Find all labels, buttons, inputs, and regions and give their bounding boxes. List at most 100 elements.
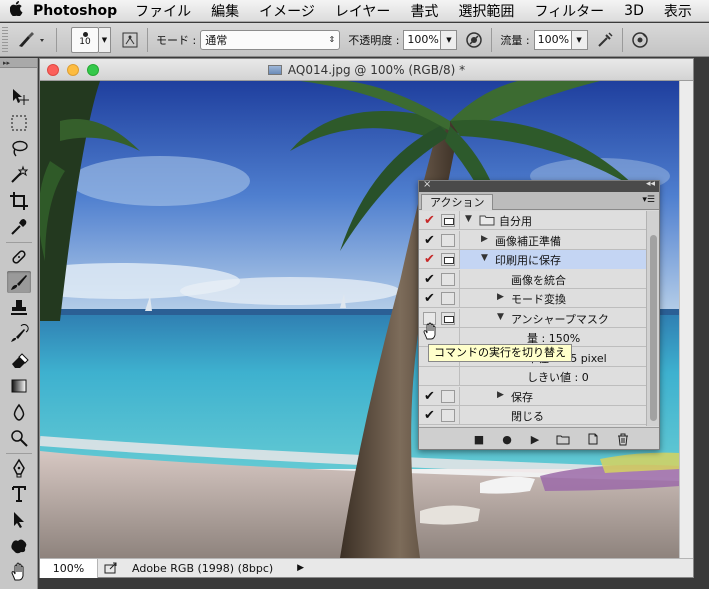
- toggle-item-checkbox[interactable]: ✔: [421, 250, 438, 269]
- toggle-dialog-checkbox[interactable]: [441, 292, 455, 305]
- toggle-dialog-checkbox[interactable]: [441, 389, 455, 403]
- action-row[interactable]: ▼ アンシャープマスク: [419, 308, 647, 328]
- zoom-field[interactable]: 100%: [40, 558, 98, 578]
- opacity-field[interactable]: 100%: [403, 29, 442, 50]
- action-row[interactable]: しきい値 : 0: [419, 367, 647, 386]
- history-brush-tool-icon[interactable]: [7, 323, 31, 345]
- pressure-size-icon[interactable]: [629, 29, 651, 51]
- pressure-opacity-icon[interactable]: [463, 29, 485, 51]
- action-row[interactable]: ✔ ▶ 保存: [419, 386, 647, 406]
- airbrush-icon[interactable]: [594, 29, 616, 51]
- toggle-dialog-checkbox[interactable]: [441, 272, 455, 286]
- stamp-tool-icon[interactable]: [7, 297, 31, 319]
- menu-image[interactable]: イメージ: [259, 1, 315, 21]
- vertical-scrollbar[interactable]: [679, 81, 693, 558]
- brush-preset-picker[interactable]: 10: [71, 26, 99, 53]
- action-row-label: 画像補正準備: [495, 234, 561, 248]
- tab-actions[interactable]: アクション: [421, 194, 494, 210]
- gradient-tool-icon[interactable]: [7, 375, 31, 397]
- shape-tool-icon[interactable]: [7, 535, 31, 557]
- path-select-tool-icon[interactable]: [7, 509, 31, 531]
- hand-tool-icon[interactable]: [7, 561, 31, 583]
- healing-brush-tool-icon[interactable]: [7, 246, 31, 268]
- menu-layer[interactable]: レイヤー: [335, 1, 391, 21]
- apple-icon[interactable]: [9, 1, 23, 20]
- toggle-item-checkbox[interactable]: ✔: [421, 406, 438, 425]
- menu-select[interactable]: 選択範囲: [458, 1, 514, 21]
- zoom-window-button[interactable]: [87, 64, 99, 76]
- disclosure-open-icon[interactable]: ▼: [497, 312, 504, 322]
- crop-tool-icon[interactable]: [7, 190, 31, 212]
- menu-filter[interactable]: フィルター: [534, 1, 604, 21]
- app-menu[interactable]: Photoshop: [33, 3, 117, 19]
- new-set-folder-icon[interactable]: [555, 432, 571, 446]
- toggle-dialog-checkbox[interactable]: [441, 253, 455, 266]
- document-title: AQ014.jpg @ 100% (RGB/8) *: [287, 62, 466, 77]
- eyedropper-tool-icon[interactable]: [7, 216, 31, 238]
- toggle-dialog-checkbox[interactable]: [441, 409, 455, 422]
- toggle-item-checkbox[interactable]: ✔: [421, 270, 438, 289]
- brush-panel-toggle-icon[interactable]: [119, 29, 141, 51]
- type-tool-icon[interactable]: [7, 483, 31, 505]
- options-bar-grip[interactable]: [2, 26, 8, 53]
- quick-select-tool-icon[interactable]: [7, 164, 31, 186]
- menu-edit[interactable]: 編集: [211, 1, 239, 21]
- chevron-down-icon[interactable]: ▼: [441, 29, 458, 50]
- action-row[interactable]: ✔ ▼ 自分用: [419, 211, 647, 230]
- menu-view[interactable]: 表示: [664, 1, 692, 21]
- menu-3d[interactable]: 3D: [624, 3, 644, 19]
- toggle-dialog-checkbox[interactable]: [441, 311, 455, 325]
- disclosure-closed-icon[interactable]: ▶: [497, 292, 504, 302]
- toggle-item-checkbox[interactable]: ✔: [421, 387, 438, 406]
- disclosure-closed-icon[interactable]: ▶: [497, 390, 504, 400]
- toggle-item-checkbox[interactable]: ✔: [421, 231, 438, 250]
- toggle-dialog-checkbox[interactable]: [441, 233, 455, 247]
- scroll-thumb[interactable]: [650, 235, 657, 421]
- stop-icon[interactable]: ■: [471, 432, 487, 446]
- menu-file[interactable]: ファイル: [135, 1, 191, 21]
- panel-menu-icon[interactable]: ▾☰: [642, 195, 655, 205]
- disclosure-closed-icon[interactable]: ▶: [481, 234, 488, 244]
- play-icon[interactable]: ▶: [527, 432, 543, 446]
- chevron-down-icon[interactable]: ▼: [571, 29, 588, 50]
- action-row[interactable]: ✔ ▶ 画像補正準備: [419, 230, 647, 250]
- marquee-tool-icon[interactable]: [7, 112, 31, 134]
- toggle-item-checkbox[interactable]: ✔: [421, 211, 438, 230]
- lasso-tool-icon[interactable]: [7, 138, 31, 160]
- dodge-tool-icon[interactable]: [7, 427, 31, 449]
- minimize-window-button[interactable]: [67, 64, 79, 76]
- document-titlebar[interactable]: AQ014.jpg @ 100% (RGB/8) *: [40, 59, 693, 81]
- share-icon[interactable]: [98, 562, 124, 574]
- pen-tool-icon[interactable]: [7, 457, 31, 479]
- new-action-icon[interactable]: [585, 432, 601, 446]
- close-window-button[interactable]: [47, 64, 59, 76]
- move-tool-icon[interactable]: [7, 86, 31, 108]
- toggle-item-checkbox[interactable]: ✔: [421, 289, 438, 308]
- tools-panel-collapse[interactable]: ▸▸: [0, 58, 37, 68]
- toggle-item-checkbox[interactable]: [421, 367, 438, 386]
- separator: [491, 27, 493, 52]
- mode-select[interactable]: 通常 ⇕: [200, 29, 341, 50]
- eraser-tool-icon[interactable]: [7, 349, 31, 371]
- blur-tool-icon[interactable]: [7, 401, 31, 423]
- actions-scrollbar[interactable]: [646, 211, 659, 426]
- tool-preset-picker[interactable]: [12, 27, 50, 53]
- record-icon[interactable]: ●: [499, 432, 515, 446]
- menu-type[interactable]: 書式: [410, 1, 438, 21]
- flow-field[interactable]: 100%: [533, 29, 572, 50]
- panel-header[interactable]: × ◂◂: [419, 179, 659, 192]
- disclosure-open-icon[interactable]: ▼: [465, 214, 472, 224]
- trash-icon[interactable]: [615, 432, 631, 446]
- chevron-down-icon[interactable]: ▼: [99, 26, 111, 53]
- action-row[interactable]: ✔ ▼ 印刷用に保存: [419, 250, 647, 269]
- action-row[interactable]: ✔ ▶ モード変換: [419, 289, 647, 308]
- action-row[interactable]: ✔ 閉じる: [419, 406, 647, 425]
- status-menu-arrow-icon[interactable]: ▶: [297, 563, 304, 573]
- action-row[interactable]: ✔ 画像を統合: [419, 269, 647, 289]
- disclosure-open-icon[interactable]: ▼: [481, 253, 488, 263]
- close-icon[interactable]: ×: [423, 179, 431, 190]
- collapse-icon[interactable]: ◂◂: [646, 179, 655, 189]
- brush-tool-icon[interactable]: [7, 271, 31, 293]
- toggle-dialog-checkbox[interactable]: [441, 214, 455, 227]
- brush-icon: [19, 31, 44, 47]
